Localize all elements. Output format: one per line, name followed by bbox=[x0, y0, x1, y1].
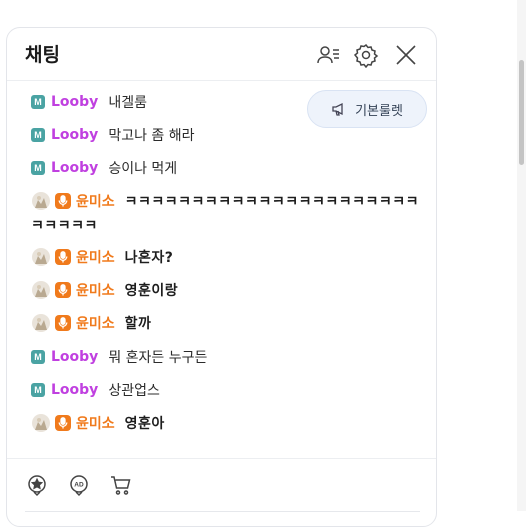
chat-message-text: 영훈아 bbox=[124, 416, 165, 432]
manager-badge-icon: M bbox=[31, 350, 45, 364]
avatar[interactable] bbox=[31, 191, 51, 211]
chat-message-text: 막고나 좀 해라 bbox=[108, 128, 195, 144]
chat-nickname[interactable]: Looby bbox=[51, 349, 98, 365]
manager-badge-icon: M bbox=[31, 95, 45, 109]
chat-message-text: 승이나 먹게 bbox=[108, 161, 178, 177]
chat-nickname[interactable]: 윤미소 bbox=[76, 247, 115, 267]
chat-message-text: 영훈이랑 bbox=[124, 283, 179, 299]
chat-title: 채팅 bbox=[25, 44, 60, 66]
chat-panel: 채팅 기본룰렛 M Looby 내겔룸 M Looby 막고나 좀 해라 M L… bbox=[6, 27, 437, 527]
gear-icon[interactable] bbox=[353, 42, 379, 68]
scrollbar-thumb[interactable] bbox=[519, 60, 524, 165]
list-item: 윤미소 할까 bbox=[31, 312, 151, 334]
list-item: M Looby 상관업스 bbox=[31, 379, 160, 401]
mic-badge-icon bbox=[55, 315, 71, 331]
mic-badge-icon bbox=[55, 193, 71, 209]
list-item: 윤미소 ㅋㅋㅋㅋㅋㅋㅋㅋㅋㅋㅋㅋㅋㅋㅋㅋㅋㅋㅋㅋㅋㅋ bbox=[31, 190, 419, 212]
chat-input-divider bbox=[25, 511, 420, 512]
avatar[interactable] bbox=[31, 413, 51, 433]
avatar[interactable] bbox=[31, 280, 51, 300]
chat-nickname[interactable]: Looby bbox=[51, 382, 98, 398]
manager-badge-icon: M bbox=[31, 383, 45, 397]
chat-message-text: 나혼자? bbox=[124, 250, 174, 266]
avatar[interactable] bbox=[31, 247, 51, 267]
chat-nickname[interactable]: Looby bbox=[51, 127, 98, 143]
mic-badge-icon bbox=[55, 415, 71, 431]
megaphone-icon bbox=[332, 102, 343, 116]
close-icon[interactable] bbox=[393, 42, 419, 68]
chat-message-text: 뭐 혼자든 누구든 bbox=[108, 350, 208, 366]
roulette-button[interactable]: 기본룰렛 bbox=[307, 90, 427, 128]
user-list-icon[interactable] bbox=[315, 42, 341, 68]
chat-nickname[interactable]: 윤미소 bbox=[76, 313, 115, 333]
chat-message-text: 내겔룸 bbox=[108, 95, 147, 111]
star-badge-icon[interactable] bbox=[25, 473, 49, 497]
chat-nickname[interactable]: Looby bbox=[51, 160, 98, 176]
ad-balloon-icon[interactable]: AD bbox=[67, 473, 91, 497]
chat-footer: AD bbox=[7, 458, 436, 526]
manager-badge-icon: M bbox=[31, 161, 45, 175]
list-item: 윤미소 나혼자? bbox=[31, 246, 173, 268]
mic-badge-icon bbox=[55, 282, 71, 298]
roulette-label: 기본룰렛 bbox=[355, 103, 403, 119]
chat-nickname[interactable]: 윤미소 bbox=[76, 191, 115, 211]
chat-message-text: 상관업스 bbox=[108, 383, 160, 399]
chat-message-text-wrap: ㅋㅋㅋㅋㅋ bbox=[31, 218, 98, 234]
mic-badge-icon bbox=[55, 249, 71, 265]
svg-text:AD: AD bbox=[74, 482, 84, 489]
chat-nickname[interactable]: Looby bbox=[51, 94, 98, 110]
chat-nickname[interactable]: 윤미소 bbox=[76, 413, 115, 433]
list-item: M Looby 뭐 혼자든 누구든 bbox=[31, 346, 207, 368]
chat-message-text: ㅋㅋㅋㅋㅋㅋㅋㅋㅋㅋㅋㅋㅋㅋㅋㅋㅋㅋㅋㅋㅋㅋ bbox=[124, 194, 419, 210]
chat-message-text: 할까 bbox=[124, 316, 152, 332]
list-item: 윤미소 영훈아 bbox=[31, 412, 165, 434]
avatar[interactable] bbox=[31, 313, 51, 333]
list-item: M Looby 막고나 좀 해라 bbox=[31, 124, 195, 146]
chat-header: 채팅 bbox=[7, 28, 436, 81]
list-item: M Looby 내겔룸 bbox=[31, 91, 147, 113]
list-item: M Looby 승이나 먹게 bbox=[31, 157, 177, 179]
page-scrollbar[interactable] bbox=[517, 0, 526, 511]
cart-icon[interactable] bbox=[109, 473, 133, 497]
chat-nickname[interactable]: 윤미소 bbox=[76, 280, 115, 300]
list-item: 윤미소 영훈이랑 bbox=[31, 279, 178, 301]
manager-badge-icon: M bbox=[31, 128, 45, 142]
